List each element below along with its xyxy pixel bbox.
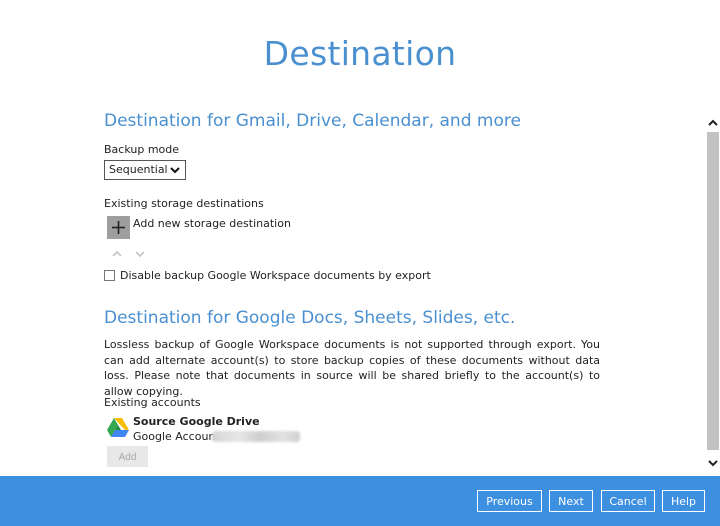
disable-export-checkbox[interactable]: [104, 270, 115, 281]
plus-icon: [112, 221, 125, 234]
move-up-icon[interactable]: [111, 249, 123, 259]
section-heading-docs: Destination for Google Docs, Sheets, Sli…: [104, 308, 516, 328]
google-drive-icon: [107, 418, 129, 437]
chevron-down-icon: [170, 167, 180, 174]
scrollbar-thumb[interactable]: [707, 132, 719, 450]
add-storage-label[interactable]: Add new storage destination: [133, 217, 291, 230]
existing-storage-label: Existing storage destinations: [104, 197, 264, 210]
scroll-up-icon[interactable]: [706, 116, 720, 130]
scroll-down-icon[interactable]: [706, 456, 720, 470]
add-account-button[interactable]: Add: [107, 446, 148, 467]
cancel-button[interactable]: Cancel: [601, 490, 655, 512]
backup-mode-value: Sequential: [109, 163, 168, 176]
previous-button[interactable]: Previous: [477, 490, 542, 512]
account-name: Source Google Drive: [133, 415, 260, 428]
existing-accounts-label: Existing accounts: [104, 396, 201, 409]
backup-mode-label: Backup mode: [104, 143, 180, 156]
backup-mode-select[interactable]: Sequential: [104, 160, 186, 180]
footer-bar: Previous Next Cancel Help: [0, 476, 720, 526]
move-down-icon[interactable]: [134, 249, 146, 259]
add-storage-button[interactable]: [107, 216, 130, 239]
help-button[interactable]: Help: [662, 490, 705, 512]
account-email-label: Google Account:: [133, 430, 224, 443]
disable-export-label[interactable]: Disable backup Google Workspace document…: [120, 269, 431, 282]
vertical-scrollbar[interactable]: [706, 116, 720, 470]
page-title: Destination: [263, 34, 457, 73]
next-button[interactable]: Next: [549, 490, 593, 512]
account-email-redacted: [212, 431, 300, 442]
export-description: Lossless backup of Google Workspace docu…: [104, 338, 600, 398]
section-heading-gmail: Destination for Gmail, Drive, Calendar, …: [104, 111, 521, 131]
